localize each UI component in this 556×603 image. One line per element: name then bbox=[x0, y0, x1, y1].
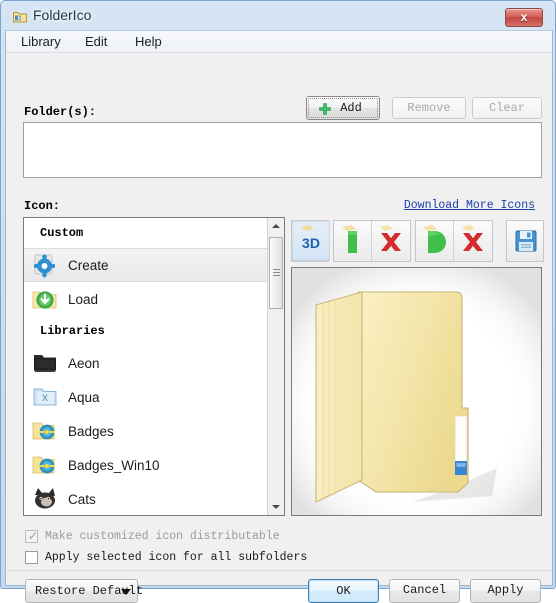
save-group bbox=[506, 220, 544, 262]
list-item-label: Aqua bbox=[68, 389, 100, 405]
add-button-label: Add bbox=[340, 101, 362, 115]
icon-preview-panel bbox=[291, 267, 542, 516]
svg-text:X: X bbox=[42, 393, 48, 403]
footer-divider bbox=[6, 570, 552, 571]
apply-button[interactable]: Apply bbox=[470, 579, 541, 603]
three-d-group: 3D bbox=[291, 220, 330, 262]
scroll-up-icon[interactable] bbox=[268, 218, 284, 234]
subfolders-label: Apply selected icon for all subfolders bbox=[45, 550, 308, 564]
menu-library[interactable]: Library bbox=[14, 33, 68, 51]
list-item-aqua[interactable]: X Aqua bbox=[24, 380, 268, 414]
scrollbar-thumb[interactable] bbox=[269, 237, 283, 309]
add-button[interactable]: Add bbox=[306, 96, 380, 120]
badges-folder-icon bbox=[32, 418, 58, 444]
green-plus-icon bbox=[319, 103, 331, 115]
list-item-label: Aeon bbox=[68, 355, 100, 371]
list-item-label: Create bbox=[68, 257, 109, 273]
list-item-badges-win10[interactable]: Badges_Win10 bbox=[24, 448, 268, 482]
folderico-window: FolderIco x Library Edit Help Folder(s):… bbox=[0, 0, 556, 603]
close-button[interactable]: x bbox=[505, 8, 543, 27]
ok-button-label: OK bbox=[336, 584, 351, 598]
scrollbar-grip-icon bbox=[273, 269, 280, 276]
chevron-down-icon bbox=[121, 589, 131, 595]
open-folder-preview bbox=[292, 268, 541, 515]
menu-bar: Library Edit Help bbox=[6, 31, 552, 53]
folders-list-box[interactable] bbox=[23, 122, 542, 178]
icon-list[interactable]: Custom Create Load Libraries Aeon X Aqua… bbox=[24, 218, 268, 515]
list-item-label: Cats bbox=[68, 491, 96, 507]
clear-button[interactable]: Clear bbox=[472, 97, 542, 119]
remove-button-label: Remove bbox=[407, 101, 451, 115]
apply-button-label: Apply bbox=[487, 583, 524, 597]
group-header-custom: Custom bbox=[24, 218, 268, 248]
group-header-libraries: Libraries bbox=[24, 316, 268, 346]
apply-green-disc-button[interactable] bbox=[416, 221, 454, 261]
shape-group-2 bbox=[415, 220, 493, 262]
list-item-load[interactable]: Load bbox=[24, 282, 268, 316]
shape-group-1 bbox=[333, 220, 411, 262]
distributable-checkbox[interactable]: ✓ bbox=[25, 528, 39, 543]
aqua-folder-icon: X bbox=[32, 384, 58, 410]
cancel-button-label: Cancel bbox=[402, 583, 447, 597]
app-icon bbox=[13, 10, 27, 24]
distributable-label: Make customized icon distributable bbox=[45, 529, 280, 543]
scroll-down-icon[interactable] bbox=[268, 499, 284, 515]
cancel-button[interactable]: Cancel bbox=[389, 579, 460, 603]
distributable-option-row[interactable]: ✓ Make customized icon distributable bbox=[25, 527, 280, 545]
close-icon: x bbox=[520, 10, 528, 24]
title-bar: FolderIco x bbox=[1, 2, 549, 30]
apply-green-shape-button[interactable] bbox=[334, 221, 372, 261]
menu-edit[interactable]: Edit bbox=[78, 33, 114, 51]
remove-green-disc-button[interactable] bbox=[454, 221, 492, 261]
badges-win10-folder-icon bbox=[32, 452, 58, 478]
icon-list-scrollbar[interactable] bbox=[267, 218, 284, 515]
client-area: Library Edit Help Folder(s): Add Remove … bbox=[5, 30, 553, 603]
list-item-label: Badges bbox=[68, 423, 114, 439]
dark-folder-icon bbox=[32, 350, 58, 376]
ok-button[interactable]: OK bbox=[308, 579, 379, 603]
list-item-label: Badges_Win10 bbox=[68, 457, 160, 473]
save-icon-button[interactable] bbox=[507, 221, 545, 261]
window-title: FolderIco bbox=[33, 7, 92, 23]
list-item-aeon[interactable]: Aeon bbox=[24, 346, 268, 380]
icon-list-frame: Custom Create Load Libraries Aeon X Aqua… bbox=[23, 217, 285, 516]
menu-help[interactable]: Help bbox=[128, 33, 169, 51]
clear-button-label: Clear bbox=[488, 101, 525, 115]
remove-button[interactable]: Remove bbox=[392, 97, 466, 119]
restore-default-button[interactable]: Restore Default bbox=[25, 579, 143, 603]
subfolders-checkbox[interactable] bbox=[25, 550, 38, 564]
remove-green-shape-button[interactable] bbox=[372, 221, 410, 261]
list-item-cats[interactable]: Cats bbox=[24, 482, 268, 515]
list-item-create[interactable]: Create bbox=[24, 248, 268, 282]
list-item-label: Load bbox=[68, 291, 99, 307]
cat-face-icon bbox=[32, 486, 58, 512]
check-icon: ✓ bbox=[28, 528, 39, 543]
svg-text:3D: 3D bbox=[302, 235, 320, 251]
blue-gear-icon bbox=[32, 252, 58, 278]
list-item-badges[interactable]: Badges bbox=[24, 414, 268, 448]
folders-label: Folder(s): bbox=[24, 105, 97, 119]
three-d-toggle-button[interactable]: 3D bbox=[292, 221, 330, 261]
download-more-icons-link[interactable]: Download More Icons bbox=[404, 199, 535, 212]
green-download-icon bbox=[32, 286, 58, 312]
icon-label: Icon: bbox=[24, 199, 61, 213]
subfolders-option-row[interactable]: Apply selected icon for all subfolders bbox=[25, 548, 307, 566]
